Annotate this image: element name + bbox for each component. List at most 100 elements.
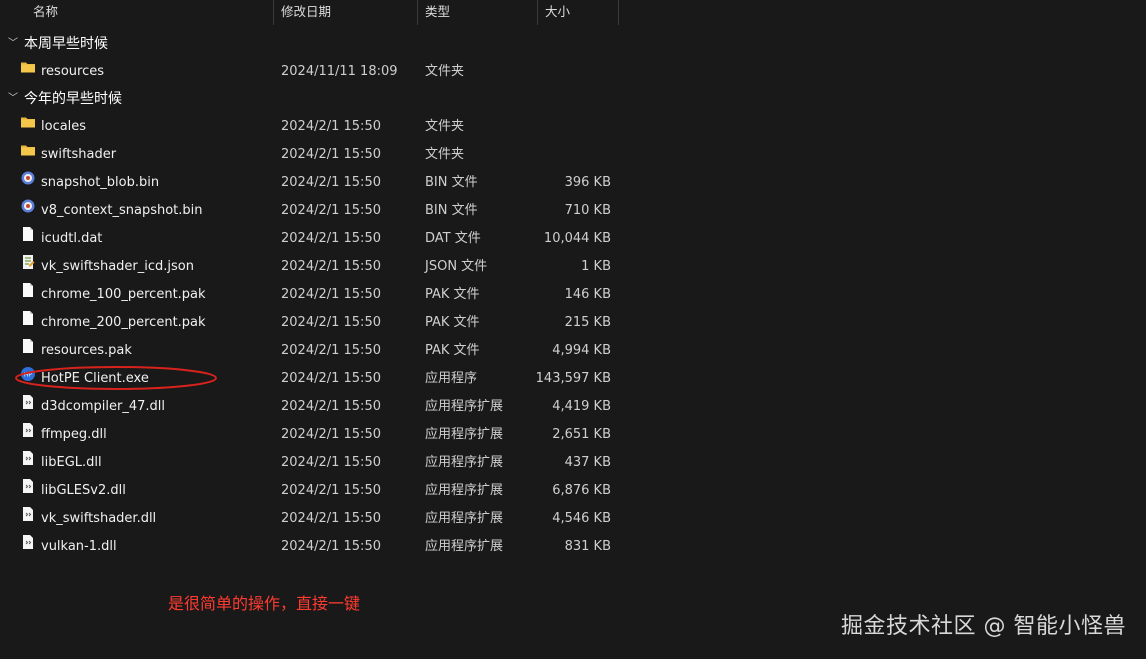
chevron-down-icon[interactable]: ﹀	[8, 85, 18, 113]
file-row[interactable]: vk_swiftshader.dll 2024/2/1 15:50 应用程序扩展 4,…	[0, 505, 620, 533]
file-row[interactable]: vulkan-1.dll 2024/2/1 15:50 应用程序扩展 831 KB	[0, 533, 620, 561]
file-date: 2024/2/1 15:50	[281, 203, 381, 218]
file-row[interactable]: vk_swiftshader_icd.json 2024/2/1 15:50 JSO…	[0, 253, 620, 281]
folder-icon	[20, 58, 36, 74]
dll-file-icon	[20, 477, 36, 493]
file-name: locales	[41, 119, 87, 134]
file-row[interactable]: icudtl.dat 2024/2/1 15:50 DAT 文件 10,044 KB	[0, 225, 620, 253]
file-date: 2024/11/11 18:09	[281, 64, 398, 79]
dll-file-icon	[20, 421, 36, 437]
file-name: icudtl.dat	[41, 231, 103, 246]
watermark: 掘金技术社区 @ 智能小怪兽	[841, 614, 1126, 639]
dll-file-icon	[20, 533, 36, 549]
column-divider[interactable]	[417, 0, 418, 25]
file-name: vk_swiftshader.dll	[41, 511, 157, 526]
file-size: 143,597 KB	[535, 371, 611, 386]
file-row[interactable]: v8_context_snapshot.bin 2024/2/1 15:50 BIN…	[0, 197, 620, 225]
file-type: PAK 文件	[425, 287, 480, 302]
file-name: d3dcompiler_47.dll	[41, 399, 166, 414]
file-date: 2024/2/1 15:50	[281, 259, 381, 274]
file-type: PAK 文件	[425, 315, 480, 330]
json-file-icon	[20, 253, 36, 269]
chevron-down-icon[interactable]: ﹀	[8, 30, 18, 58]
file-type: 文件夹	[425, 147, 465, 162]
group-label: 今年的早些时候	[24, 91, 122, 107]
column-date[interactable]: 修改日期	[281, 0, 331, 25]
file-type: PAK 文件	[425, 343, 480, 358]
file-size: 6,876 KB	[552, 483, 611, 498]
file-row[interactable]: ffmpeg.dll 2024/2/1 15:50 应用程序扩展 2,651 KB	[0, 421, 620, 449]
bin-file-icon	[20, 169, 36, 185]
column-divider[interactable]	[618, 0, 619, 25]
sort-up-icon: ⌃	[474, 0, 483, 5]
file-row[interactable]: chrome_200_percent.pak 2024/2/1 15:50 PAK …	[0, 309, 620, 337]
file-type: 文件夹	[425, 119, 465, 134]
file-type: 应用程序扩展	[425, 511, 504, 526]
file-name: swiftshader	[41, 147, 117, 162]
file-icon	[20, 281, 36, 297]
file-icon	[20, 309, 36, 325]
file-row[interactable]: libEGL.dll 2024/2/1 15:50 应用程序扩展 437 KB	[0, 449, 620, 477]
file-name: resources	[41, 64, 105, 79]
file-name: snapshot_blob.bin	[41, 175, 160, 190]
file-size: 215 KB	[564, 315, 611, 330]
file-date: 2024/2/1 15:50	[281, 539, 381, 554]
file-type: JSON 文件	[425, 259, 488, 274]
file-row[interactable]: libGLESv2.dll 2024/2/1 15:50 应用程序扩展 6,876 K…	[0, 477, 620, 505]
dll-file-icon	[20, 393, 36, 409]
file-size: 4,419 KB	[552, 399, 611, 414]
file-date: 2024/2/1 15:50	[281, 315, 381, 330]
file-type: 应用程序扩展	[425, 539, 504, 554]
file-row[interactable]: chrome_100_percent.pak 2024/2/1 15:50 PAK …	[0, 281, 620, 309]
file-type: BIN 文件	[425, 203, 478, 218]
file-type: BIN 文件	[425, 175, 478, 190]
column-type[interactable]: 类型	[425, 0, 450, 25]
file-row[interactable]: locales 2024/2/1 15:50 文件夹	[0, 113, 620, 141]
file-icon	[20, 337, 36, 353]
file-date: 2024/2/1 15:50	[281, 147, 381, 162]
file-date: 2024/2/1 15:50	[281, 371, 381, 386]
file-row[interactable]: swiftshader 2024/2/1 15:50 文件夹	[0, 141, 620, 169]
file-type: 应用程序	[425, 371, 478, 386]
file-size: 2,651 KB	[552, 427, 611, 442]
column-divider[interactable]	[537, 0, 538, 25]
file-date: 2024/2/1 15:50	[281, 119, 381, 134]
file-date: 2024/2/1 15:50	[281, 343, 381, 358]
file-row[interactable]: snapshot_blob.bin 2024/2/1 15:50 BIN 文件 396…	[0, 169, 620, 197]
annotation-note: 是很简单的操作，直接一键	[168, 594, 361, 613]
file-row[interactable]: resources 2024/11/11 18:09 文件夹	[0, 58, 620, 86]
file-size: 396 KB	[564, 175, 611, 190]
file-row[interactable]: resources.pak 2024/2/1 15:50 PAK 文件 4,994 K…	[0, 337, 620, 365]
file-row[interactable]: d3dcompiler_47.dll 2024/2/1 15:50 应用程序扩展 4,…	[0, 393, 620, 421]
folder-icon	[20, 141, 36, 157]
file-name: resources.pak	[41, 343, 132, 358]
file-date: 2024/2/1 15:50	[281, 399, 381, 414]
file-date: 2024/2/1 15:50	[281, 231, 381, 246]
column-size[interactable]: 大小	[545, 0, 570, 25]
bin-file-icon	[20, 197, 36, 213]
column-name[interactable]: 名称	[33, 0, 58, 25]
dll-file-icon	[20, 505, 36, 521]
file-type: 应用程序扩展	[425, 483, 504, 498]
folder-icon	[20, 113, 36, 129]
file-size: 4,546 KB	[552, 511, 611, 526]
dll-file-icon	[20, 449, 36, 465]
file-size: 4,994 KB	[552, 343, 611, 358]
file-name: chrome_200_percent.pak	[41, 315, 206, 330]
file-date: 2024/2/1 15:50	[281, 511, 381, 526]
file-size: 437 KB	[564, 455, 611, 470]
file-date: 2024/2/1 15:50	[281, 427, 381, 442]
file-type: DAT 文件	[425, 231, 481, 246]
file-type: 应用程序扩展	[425, 399, 504, 414]
file-type: 应用程序扩展	[425, 455, 504, 470]
file-name: chrome_100_percent.pak	[41, 287, 206, 302]
file-type: 应用程序扩展	[425, 427, 504, 442]
column-header: 名称 修改日期 ⌃ 类型 大小	[0, 0, 620, 25]
file-name: v8_context_snapshot.bin	[41, 203, 203, 218]
file-size: 831 KB	[564, 539, 611, 554]
file-date: 2024/2/1 15:50	[281, 287, 381, 302]
file-date: 2024/2/1 15:50	[281, 455, 381, 470]
file-name: ffmpeg.dll	[41, 427, 107, 442]
highlight-ellipse	[15, 366, 217, 390]
column-divider[interactable]	[273, 0, 274, 25]
